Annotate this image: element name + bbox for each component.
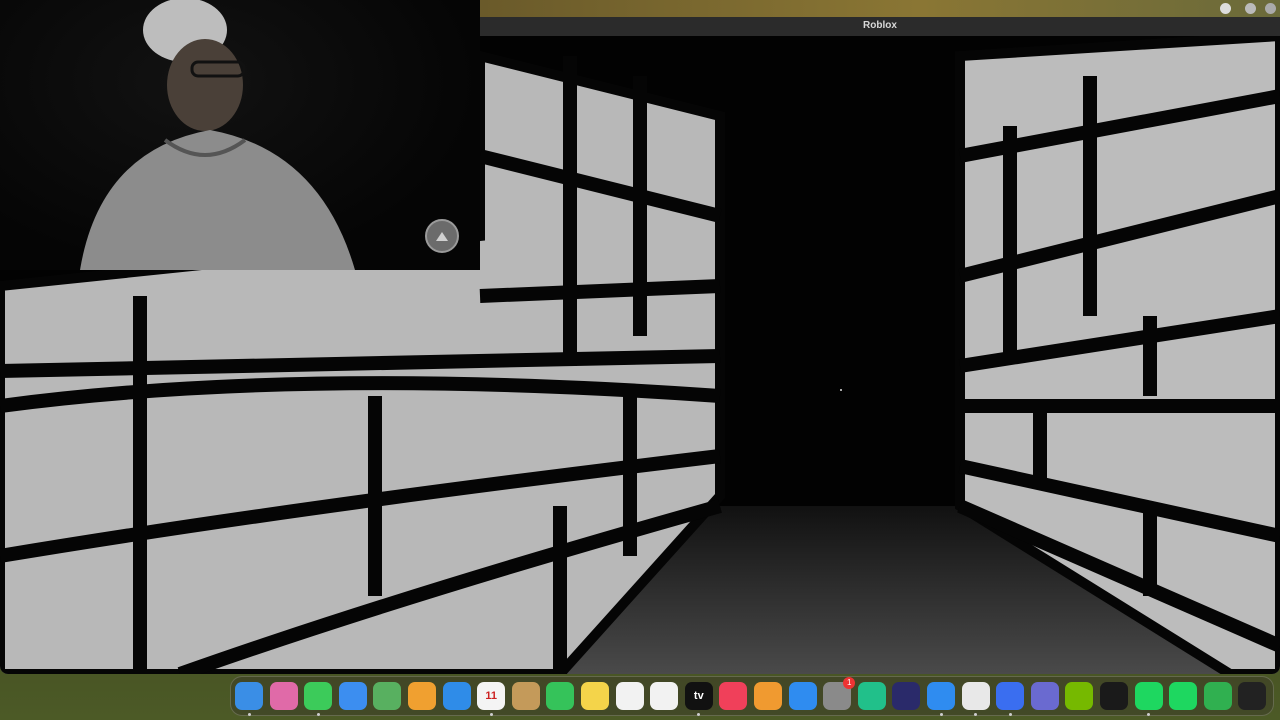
pycharm-icon[interactable]: [857, 682, 886, 710]
terminal-icon[interactable]: [1238, 682, 1267, 710]
freeform-icon[interactable]: [650, 682, 679, 710]
spotify-icon[interactable]: [1134, 682, 1163, 710]
app-store-icon[interactable]: [788, 682, 817, 710]
window-title: Roblox: [863, 20, 897, 31]
crosshair: [840, 389, 842, 391]
messages-icon[interactable]: [304, 682, 333, 710]
roblox-icon[interactable]: [996, 682, 1025, 710]
menu-bar: [480, 0, 1280, 17]
dock: 11 tv 1: [230, 676, 1274, 716]
spotify-alt-icon[interactable]: [1169, 682, 1198, 710]
camera-control-button[interactable]: [425, 219, 459, 253]
numbers-icon[interactable]: [1203, 682, 1232, 710]
keynote-icon[interactable]: [442, 682, 471, 710]
facetime-icon[interactable]: [546, 682, 575, 710]
chrome-icon[interactable]: [961, 682, 990, 710]
running-indicator: [939, 713, 943, 716]
safari-icon[interactable]: [927, 682, 955, 710]
launchpad-icon[interactable]: [269, 682, 298, 710]
running-indicator: [247, 713, 251, 716]
mail-icon[interactable]: [338, 682, 367, 710]
running-indicator: [697, 713, 701, 716]
nvidia-icon[interactable]: [1065, 682, 1094, 710]
apple-tv-icon[interactable]: tv: [684, 682, 713, 710]
window-titlebar: Roblox: [480, 17, 1280, 37]
status-dot-icon[interactable]: [1245, 3, 1256, 14]
opera-icon[interactable]: [1100, 682, 1128, 710]
contacts-icon[interactable]: [511, 682, 540, 710]
calendar-icon[interactable]: 11: [477, 682, 506, 710]
running-indicator: [1147, 713, 1151, 716]
running-indicator: [489, 713, 493, 716]
roblox-studio-icon[interactable]: [1030, 682, 1059, 710]
siri-icon[interactable]: [1265, 3, 1276, 14]
quicktime-icon[interactable]: [892, 682, 921, 710]
control-center-icon[interactable]: [1220, 3, 1231, 14]
maps-icon[interactable]: [373, 682, 402, 710]
notes-icon[interactable]: [581, 682, 609, 710]
person-silhouette: [80, 0, 355, 270]
music-icon[interactable]: [719, 682, 748, 710]
finder-icon[interactable]: [235, 682, 263, 710]
running-indicator: [974, 713, 978, 716]
photos-icon[interactable]: [408, 682, 436, 710]
running-indicator: [316, 713, 320, 716]
webcam-overlay[interactable]: [0, 0, 480, 270]
pages-icon[interactable]: [754, 682, 782, 710]
running-indicator: [1008, 713, 1012, 716]
reminders-icon[interactable]: [615, 682, 644, 710]
notification-badge: 1: [843, 677, 856, 689]
